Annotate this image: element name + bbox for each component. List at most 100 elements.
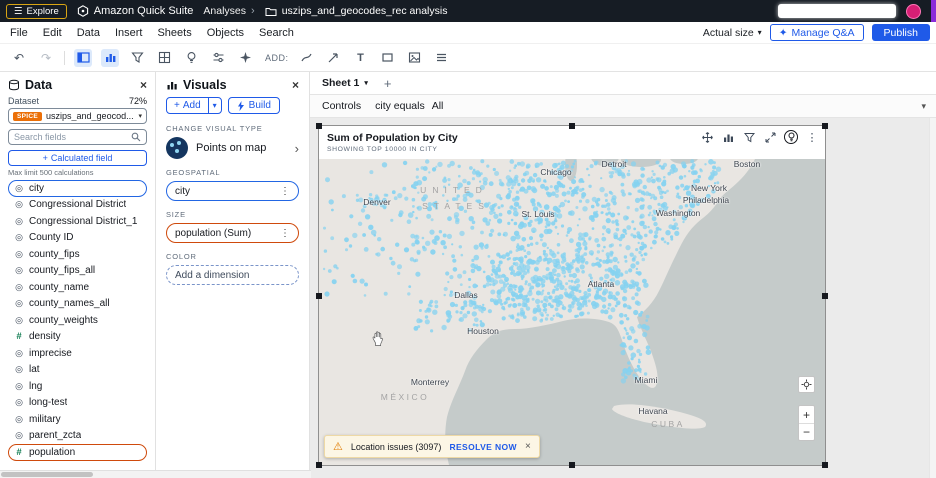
dataset-selector[interactable]: SPICE uszips_and_geocod... ▾ <box>8 108 147 124</box>
close-icon[interactable]: × <box>292 78 299 92</box>
undo-icon[interactable]: ↶ <box>10 49 28 67</box>
zoom-out-button[interactable]: − <box>799 423 814 440</box>
resize-handle-w[interactable] <box>316 293 322 299</box>
zoom-in-button[interactable]: + <box>799 406 814 423</box>
field-military[interactable]: ◎military <box>8 411 147 428</box>
arrow-icon[interactable] <box>325 49 343 67</box>
spice-capacity: 72% <box>129 96 147 106</box>
collapse-controls-icon[interactable]: ▾ <box>921 101 926 112</box>
shape-icon[interactable] <box>379 49 397 67</box>
actions-spark-icon[interactable] <box>236 49 254 67</box>
visual-chart-icon[interactable] <box>721 130 735 144</box>
well-color[interactable]: Add a dimension <box>166 265 299 285</box>
brand-name: Amazon Quick Suite <box>94 5 194 17</box>
move-visual-icon[interactable] <box>700 130 714 144</box>
visual-menu-icon[interactable]: ⋮ <box>805 130 819 144</box>
fit-to-bounds-button[interactable] <box>798 376 815 393</box>
geo-field-icon: ◎ <box>14 364 24 375</box>
visual-type-selector[interactable]: Points on map › <box>166 137 299 159</box>
geo-field-icon: ◎ <box>14 381 24 392</box>
image-icon[interactable] <box>406 49 424 67</box>
field-city[interactable]: ◎city <box>8 180 147 197</box>
maximize-visual-icon[interactable] <box>763 130 777 144</box>
menu-item-search[interactable]: Search <box>259 27 294 39</box>
search-input[interactable] <box>14 132 131 142</box>
line-icon[interactable] <box>298 49 316 67</box>
field-County ID[interactable]: ◎County ID <box>8 230 147 247</box>
field-county_fips[interactable]: ◎county_fips <box>8 246 147 263</box>
field-search[interactable] <box>8 129 147 145</box>
field-well-menu-icon[interactable]: ⋮ <box>280 186 290 197</box>
menu-item-insert[interactable]: Insert <box>115 27 143 39</box>
publish-button[interactable]: Publish <box>872 24 930 41</box>
redo-icon[interactable]: ↷ <box>37 49 55 67</box>
add-visual-button[interactable]: +Add ▾ <box>166 97 222 114</box>
parameters-icon[interactable] <box>209 49 227 67</box>
field-county_names_all[interactable]: ◎county_names_all <box>8 296 147 313</box>
resize-handle-e[interactable] <box>822 293 828 299</box>
map-visual[interactable]: Sum of Population by City SHOWING TOP 10… <box>318 125 826 466</box>
controls-label: Controls <box>322 100 361 112</box>
resize-handle-ne[interactable] <box>822 123 828 129</box>
resize-handle-s[interactable] <box>569 462 575 468</box>
visual-filter-icon[interactable] <box>742 130 756 144</box>
well-size[interactable]: population (Sum)⋮ <box>166 223 299 243</box>
panel-scrollbar-thumb[interactable] <box>1 472 93 477</box>
breadcrumb[interactable]: Analyses › <box>203 5 254 17</box>
zoom-level-select[interactable]: Actual size ▾ <box>703 27 762 39</box>
field-long-test[interactable]: ◎long-test <box>8 395 147 412</box>
insights-lightbulb-icon[interactable] <box>182 49 200 67</box>
tab-sheet-1[interactable]: Sheet 1 ▾ <box>322 77 368 89</box>
map-canvas[interactable]: ChicagoDetroitBostonNew YorkPhiladelphia… <box>319 159 825 465</box>
top-bar: ☰ Explore Amazon Quick Suite Analyses › … <box>0 0 936 22</box>
resolve-now-link[interactable]: RESOLVE NOW <box>449 442 517 452</box>
calculated-field-button[interactable]: + Calculated field <box>8 150 147 166</box>
document-title[interactable]: uszips_and_geocodes_rec analysis <box>265 5 448 17</box>
add-visual-caret[interactable]: ▾ <box>208 98 221 113</box>
field-parent_zcta[interactable]: ◎parent_zcta <box>8 428 147 445</box>
explore-button[interactable]: ☰ Explore <box>6 4 67 19</box>
user-avatar[interactable] <box>906 4 921 19</box>
field-county_name[interactable]: ◎county_name <box>8 279 147 296</box>
field-Congressional District_1[interactable]: ◎Congressional District_1 <box>8 213 147 230</box>
field-population[interactable]: #population <box>8 444 147 461</box>
panel-scrollbar[interactable] <box>0 470 311 478</box>
insights-lightbulb-icon[interactable] <box>784 130 798 144</box>
resize-handle-n[interactable] <box>569 123 575 129</box>
field-county_weights[interactable]: ◎county_weights <box>8 312 147 329</box>
field-lng[interactable]: ◎lng <box>8 378 147 395</box>
menu-item-objects[interactable]: Objects <box>207 27 244 39</box>
resize-handle-sw[interactable] <box>316 462 322 468</box>
field-well-menu-icon[interactable]: ⋮ <box>280 228 290 239</box>
build-button[interactable]: Build <box>228 97 280 114</box>
control-city[interactable]: city equals All <box>375 100 443 112</box>
canvas-scrollbar[interactable] <box>929 118 936 478</box>
menu-item-edit[interactable]: Edit <box>43 27 62 39</box>
resize-handle-se[interactable] <box>822 462 828 468</box>
menu-item-data[interactable]: Data <box>77 27 100 39</box>
close-icon[interactable]: × <box>525 441 531 452</box>
field-Congressional District[interactable]: ◎Congressional District <box>8 197 147 214</box>
sparkle-icon: ✦ <box>779 27 788 39</box>
field-density[interactable]: #density <box>8 329 147 346</box>
text-box-icon[interactable]: T <box>352 49 370 67</box>
geo-field-icon: ◎ <box>14 216 24 227</box>
add-sheet-button[interactable]: + <box>384 76 392 91</box>
well-geospatial[interactable]: city⋮ <box>166 181 299 201</box>
filter-icon[interactable] <box>128 49 146 67</box>
manage-qa-button[interactable]: ✦ Manage Q&A <box>770 24 864 41</box>
field-lat[interactable]: ◎lat <box>8 362 147 379</box>
pivot-grid-icon[interactable] <box>155 49 173 67</box>
data-panel-toggle-icon[interactable] <box>74 49 92 67</box>
resize-handle-nw[interactable] <box>316 123 322 129</box>
menu-item-file[interactable]: File <box>10 27 28 39</box>
hamburger-icon: ☰ <box>14 6 23 17</box>
field-county_fips_all[interactable]: ◎county_fips_all <box>8 263 147 280</box>
table-icon[interactable] <box>433 49 451 67</box>
sheet-tab-bar: Sheet 1 ▾ + <box>310 72 936 95</box>
close-icon[interactable]: × <box>140 78 147 92</box>
menu-item-sheets[interactable]: Sheets <box>157 27 191 39</box>
geo-field-icon: ◎ <box>14 232 24 243</box>
visuals-panel-toggle-icon[interactable] <box>101 49 119 67</box>
field-imprecise[interactable]: ◎imprecise <box>8 345 147 362</box>
